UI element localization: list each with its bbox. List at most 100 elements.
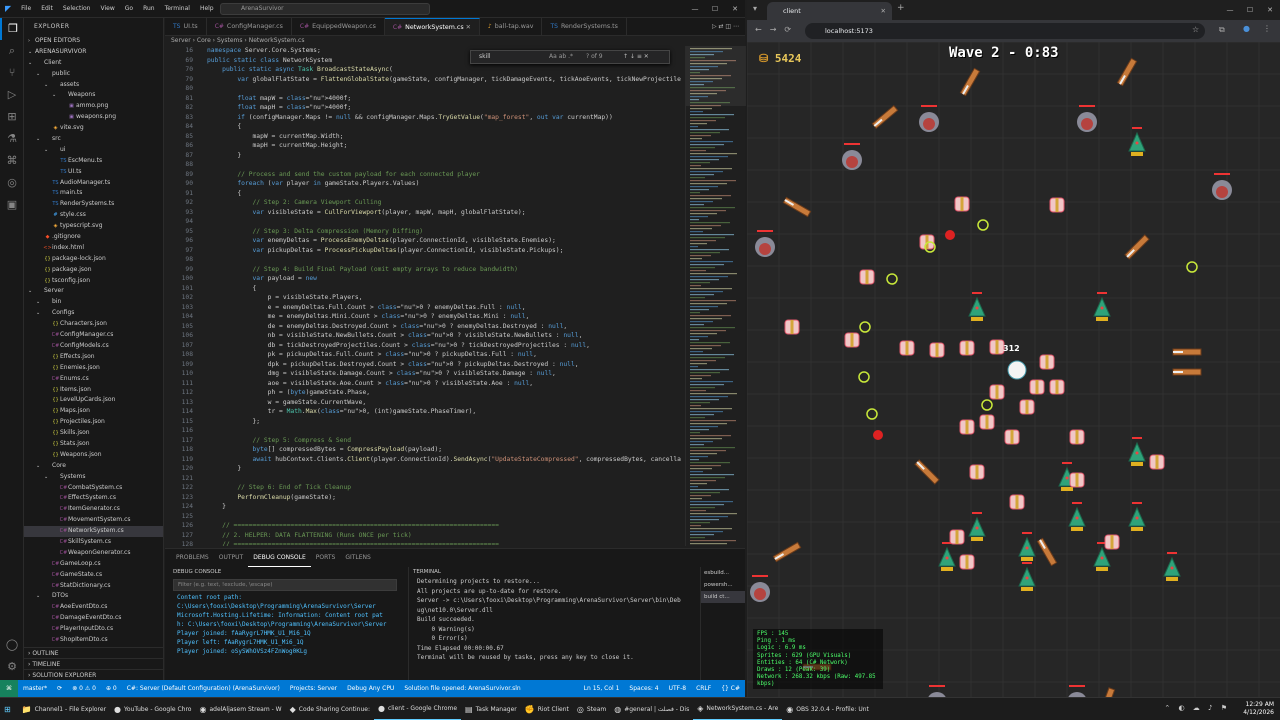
find-input[interactable]: skill [479, 53, 491, 60]
editor-tab[interactable]: ♪ ball-tap.wav [480, 18, 543, 35]
tree-item[interactable]: {}Maps.json [24, 406, 163, 417]
status-item[interactable]: Spaces: 4 [624, 680, 663, 697]
extensions-puzzle-icon[interactable]: ⧉ [1219, 25, 1225, 35]
debug-filter-input[interactable]: Filter (e.g. text, !exclude, \escape) [173, 579, 397, 591]
tree-item[interactable]: {}Characters.json [24, 319, 163, 330]
tree-item[interactable]: {}Stats.json [24, 439, 163, 450]
tree-item[interactable]: # style.css [24, 210, 163, 221]
menu-help[interactable]: Help [195, 5, 219, 12]
status-item[interactable]: UTF-8 [664, 680, 692, 697]
tree-item[interactable]: C#SkillSystem.cs [24, 537, 163, 548]
find-case-icon[interactable]: Aa ab .* [549, 51, 573, 63]
search-icon[interactable]: ⌕ [0, 40, 24, 62]
docker-icon[interactable]: ▣ [0, 194, 24, 216]
menu-terminal[interactable]: Terminal [160, 5, 195, 12]
tree-item[interactable]: C#AoeEventDto.cs [24, 602, 163, 613]
taskbar-app[interactable]: ◎ Steam [573, 698, 610, 720]
minimap[interactable] [685, 46, 746, 546]
tree-item[interactable]: <>index.html [24, 243, 163, 254]
tree-item[interactable]: ◈ vite.svg [24, 123, 163, 134]
menu-edit[interactable]: Edit [36, 5, 58, 12]
tab-problems[interactable]: PROBLEMS [171, 549, 214, 567]
tree-item[interactable]: ⌄ ui [24, 145, 163, 156]
taskbar-app[interactable]: ◍ #general | فصلت - Dis [610, 698, 693, 720]
terminal-instance[interactable]: powersh... [701, 579, 745, 591]
tree-item[interactable]: ⌄ Core [24, 461, 163, 472]
tree-item[interactable]: C#ItemGenerator.cs [24, 504, 163, 515]
profile-avatar-icon[interactable]: ● [1243, 24, 1250, 33]
url-input[interactable]: localhost:5173 [805, 23, 1205, 39]
tree-item[interactable]: ⌄ DTOs [24, 591, 163, 602]
source-control-icon[interactable]: ⑂ [0, 62, 24, 84]
tab-close-icon[interactable]: ✕ [464, 24, 471, 31]
terminal-instance[interactable]: build ct... [701, 591, 745, 603]
breadcrumb[interactable]: Server › Core › Systems › NetworkSystem.… [165, 36, 745, 46]
taskbar-app[interactable]: ▤ Task Manager [461, 698, 521, 720]
nav-arrows-icon[interactable]: ←→⟳ [755, 25, 799, 34]
tree-item[interactable]: ⌄ Weapons [24, 90, 163, 101]
tree-item[interactable]: ⌄ bin [24, 297, 163, 308]
tree-item[interactable]: {}Items.json [24, 385, 163, 396]
tree-item[interactable]: C#NetworkSystem.cs [24, 526, 163, 537]
editor-actions-icon[interactable]: ▷ ⇄ ◫ ⋯ [706, 18, 745, 35]
menu-selection[interactable]: Selection [58, 5, 96, 12]
minimize-icon[interactable]: — [685, 0, 705, 18]
run-debug-icon[interactable]: ▷ [0, 84, 24, 106]
status-item[interactable]: Projects: Server [285, 680, 342, 697]
tree-item[interactable]: C#CombatSystem.cs [24, 483, 163, 494]
tree-item[interactable]: {}Skills.json [24, 428, 163, 439]
code-editor[interactable]: 16 namespace Server.Core.Systems; 69 public… [165, 46, 685, 546]
tree-item[interactable]: TSEscMenu.ts [24, 156, 163, 167]
browser-tab[interactable]: client ✕ [767, 2, 892, 20]
chrome-maximize-icon[interactable]: ☐ [1240, 0, 1260, 20]
tab-debug-console[interactable]: DEBUG CONSOLE [248, 549, 311, 567]
account-icon[interactable]: ◯ [0, 634, 24, 656]
status-item[interactable]: ⊗ 0 ⚠ 0 [67, 680, 101, 697]
tree-item[interactable]: {}package-lock.json [24, 254, 163, 265]
editor-tab[interactable]: C# EquippedWeapon.cs [292, 18, 385, 35]
tree-item[interactable]: TSAudioManager.ts [24, 178, 163, 189]
taskbar-app[interactable]: ✊ Riot Client [521, 698, 573, 720]
tree-item[interactable]: {}Effects.json [24, 352, 163, 363]
tree-item[interactable]: ⌄ public [24, 69, 163, 80]
taskbar-app[interactable]: ● client - Google Chrome [373, 698, 462, 720]
tab-search-icon[interactable]: ▾ [753, 4, 757, 13]
terminal-instance[interactable]: esbuild... [701, 567, 745, 579]
menu-run[interactable]: Run [138, 5, 160, 12]
tree-item[interactable]: {}tsconfig.json [24, 276, 163, 287]
clock[interactable]: 12:29 AM 4/12/2026 [1243, 701, 1274, 717]
status-item[interactable]: master* [18, 680, 52, 697]
tree-item[interactable]: TSmain.ts [24, 188, 163, 199]
taskbar-app[interactable]: 📁 Channel1 - File Explorer [18, 698, 110, 720]
tree-item[interactable]: C#PlayerInputDto.cs [24, 624, 163, 635]
tree-item[interactable]: ⌄ assets [24, 80, 163, 91]
status-item[interactable]: Solution file opened: ArenaSurvivor.sln [399, 680, 525, 697]
tree-item[interactable]: {}Projectiles.json [24, 417, 163, 428]
tab-close-icon[interactable]: ✕ [881, 2, 886, 20]
tree-item[interactable]: ⌄ Configs [24, 308, 163, 319]
remote-indicator[interactable]: ⌘ [0, 680, 18, 697]
tree-item[interactable]: C#StatDictionary.cs [24, 581, 163, 592]
tree-item[interactable]: TSRenderSystems.ts [24, 199, 163, 210]
taskbar-app[interactable]: ◆ Code Sharing Continue: [286, 698, 374, 720]
tree-item[interactable]: C#MovementSystem.cs [24, 515, 163, 526]
tree-item[interactable]: C#GameLoop.cs [24, 559, 163, 570]
start-button[interactable]: ⊞ [0, 698, 18, 720]
tree-item[interactable]: {}LevelUpCards.json [24, 395, 163, 406]
menu-file[interactable]: File [16, 5, 36, 12]
gitlens-icon[interactable]: ◎ [0, 172, 24, 194]
tree-item[interactable]: TSUI.ts [24, 167, 163, 178]
tree-item[interactable]: {}Enemies.json [24, 363, 163, 374]
tray-icons[interactable]: ⌃ ◐ ☁ ♪ ⚑ [1164, 704, 1230, 712]
editor-tab[interactable]: TS UI.ts [165, 18, 207, 35]
tree-item[interactable]: {}package.json [24, 265, 163, 276]
explorer-icon[interactable]: ❐ [0, 18, 24, 40]
chrome-minimize-icon[interactable]: — [1220, 0, 1240, 20]
extensions-icon[interactable]: ⊞ [0, 106, 24, 128]
tree-item[interactable]: {}Weapons.json [24, 450, 163, 461]
status-item[interactable]: Debug Any CPU [342, 680, 399, 697]
tree-item[interactable]: C#EffectSystem.cs [24, 493, 163, 504]
tree-item[interactable]: C#ConfigModels.cs [24, 341, 163, 352]
find-nav-icon[interactable]: ↑ ↓ ≡ ✕ [623, 51, 649, 63]
tree-item[interactable]: ▣ weapons.png [24, 112, 163, 123]
